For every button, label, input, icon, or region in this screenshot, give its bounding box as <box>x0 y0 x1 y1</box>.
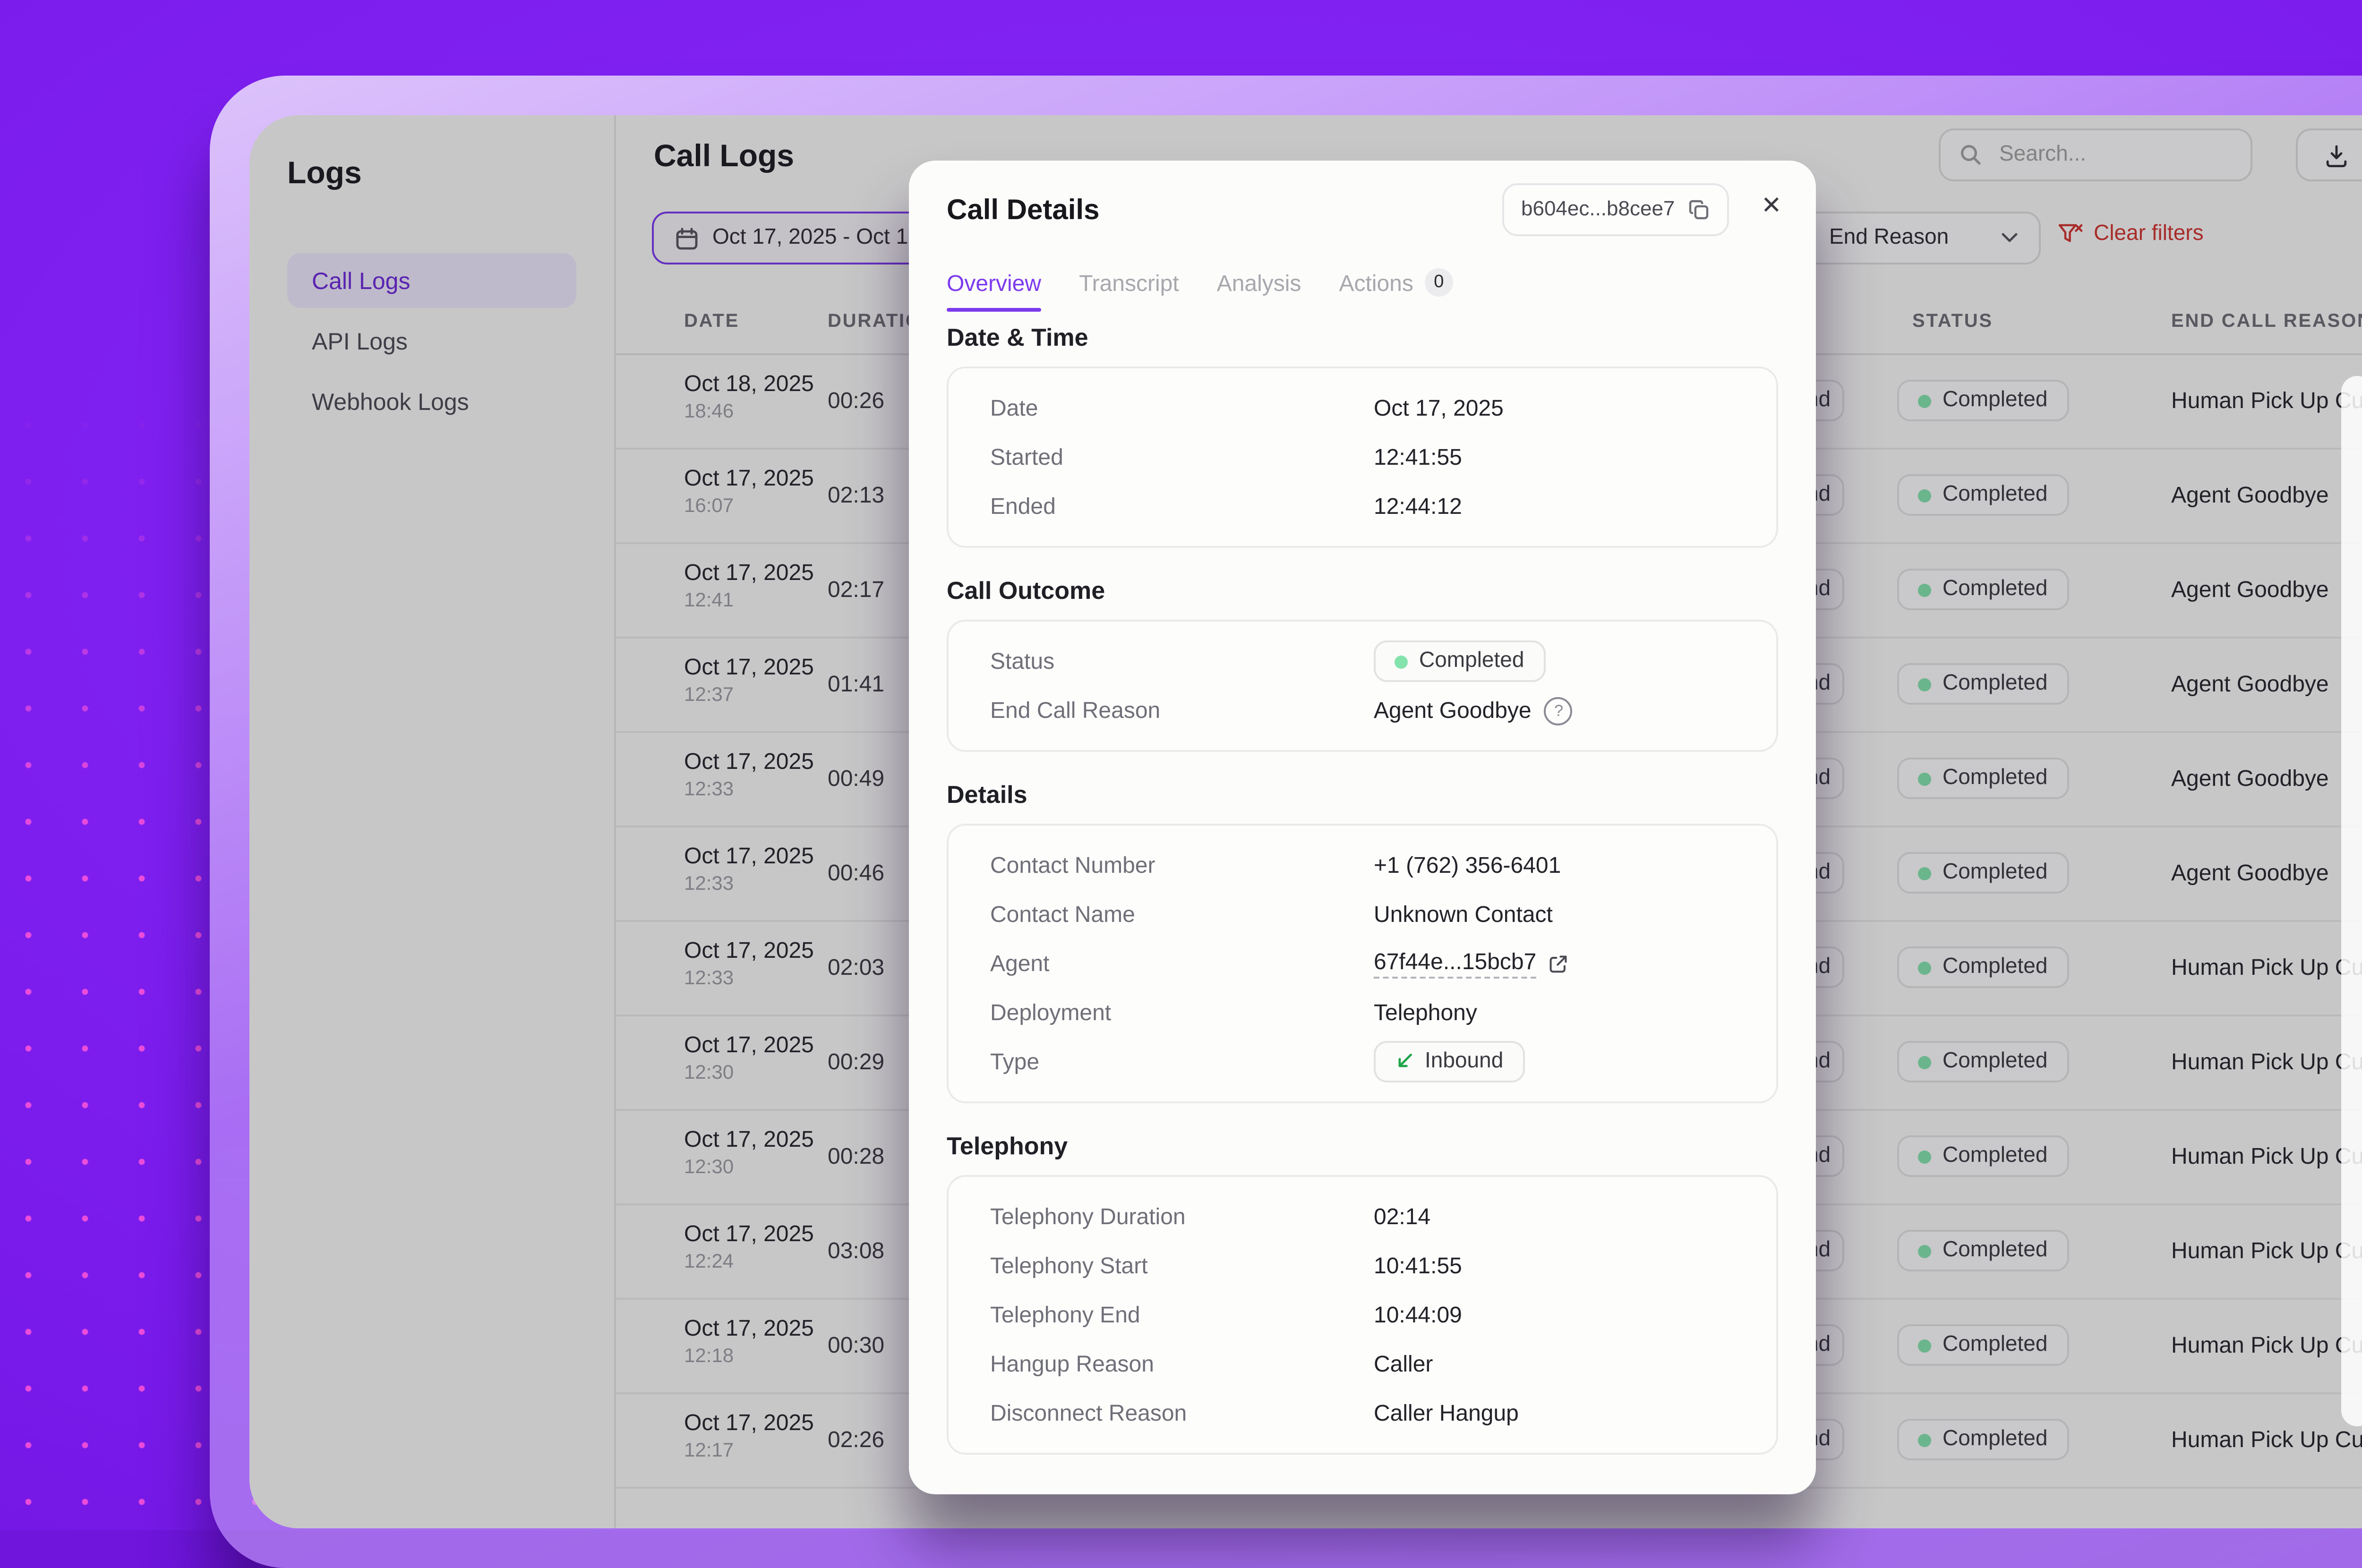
section-heading: Date & Time <box>947 323 1778 351</box>
modal-tabs: Overview Transcript Analysis Actions0 <box>909 268 1816 297</box>
call-id-value: b604ec...b8cee7 <box>1521 198 1675 221</box>
detail-row: Telephony Start 10:41:55 <box>949 1241 1776 1290</box>
external-link-icon[interactable] <box>1548 953 1568 974</box>
detail-row-status: Status Completed <box>949 637 1776 686</box>
modal-header: Call Details b604ec...b8cee7 ✕ <box>909 161 1816 227</box>
section-card: Status Completed End Call Reason Agent G… <box>947 620 1778 752</box>
detail-row: Date Oct 17, 2025 <box>949 383 1776 433</box>
screen: Logs Call Logs API Logs Webhook Logs Cal… <box>0 0 2362 1530</box>
section-card: Contact Number +1 (762) 356-6401 Contact… <box>947 824 1778 1103</box>
modal-sections: Date & Time Date Oct 17, 2025 Started 12… <box>909 323 1816 1455</box>
detail-row-help: End Call Reason Agent Goodbye? <box>949 686 1776 735</box>
agent-link[interactable]: 67f44e...15bcb7 <box>1374 948 1536 979</box>
copy-icon[interactable] <box>1688 198 1711 221</box>
section-card: Telephony Duration 02:14 Telephony Start… <box>947 1175 1778 1455</box>
detail-row-link: Agent 67f44e...15bcb7 <box>949 939 1776 988</box>
detail-row: Deployment Telephony <box>949 988 1776 1037</box>
close-icon[interactable]: ✕ <box>1761 191 1782 221</box>
tab-overview[interactable]: Overview <box>947 268 1041 297</box>
detail-row: Telephony Duration 02:14 <box>949 1192 1776 1241</box>
section-heading: Telephony <box>947 1132 1778 1160</box>
tab-transcript[interactable]: Transcript <box>1079 268 1179 297</box>
section-card: Date Oct 17, 2025 Started 12:41:55 Ended… <box>947 366 1778 548</box>
tab-actions[interactable]: Actions0 <box>1339 268 1453 297</box>
detail-row: Disconnect Reason Caller Hangup <box>949 1389 1776 1438</box>
status-dot <box>1395 655 1408 668</box>
type-badge: Inbound <box>1374 1041 1524 1082</box>
detail-row: Started 12:41:55 <box>949 433 1776 482</box>
tab-analysis[interactable]: Analysis <box>1217 268 1301 297</box>
detail-row: Contact Name Unknown Contact <box>949 890 1776 939</box>
status-badge: Completed <box>1374 640 1545 682</box>
section-heading: Details <box>947 780 1778 809</box>
section-heading: Call Outcome <box>947 576 1778 605</box>
modal-section: Date & Time Date Oct 17, 2025 Started 12… <box>947 323 1778 548</box>
detail-row: Contact Number +1 (762) 356-6401 <box>949 841 1776 890</box>
actions-count-badge: 0 <box>1425 268 1453 297</box>
call-details-modal: Call Details b604ec...b8cee7 ✕ Overview … <box>909 161 1816 1494</box>
inbound-arrow-icon <box>1395 1052 1413 1071</box>
modal-section: Call Outcome Status Completed End Call R… <box>947 576 1778 752</box>
detail-row: Telephony End 10:44:09 <box>949 1290 1776 1339</box>
modal-section: Details Contact Number +1 (762) 356-6401… <box>947 780 1778 1103</box>
modal-section: Telephony Telephony Duration 02:14 Telep… <box>947 1132 1778 1455</box>
call-id-badge[interactable]: b604ec...b8cee7 <box>1502 183 1729 236</box>
detail-row: Hangup Reason Caller <box>949 1339 1776 1389</box>
help-icon[interactable]: ? <box>1545 696 1573 724</box>
detail-row-type: Type Inbound <box>949 1037 1776 1086</box>
table-scrollbar-thumb[interactable] <box>2341 376 2362 1426</box>
detail-row: Ended 12:44:12 <box>949 482 1776 531</box>
